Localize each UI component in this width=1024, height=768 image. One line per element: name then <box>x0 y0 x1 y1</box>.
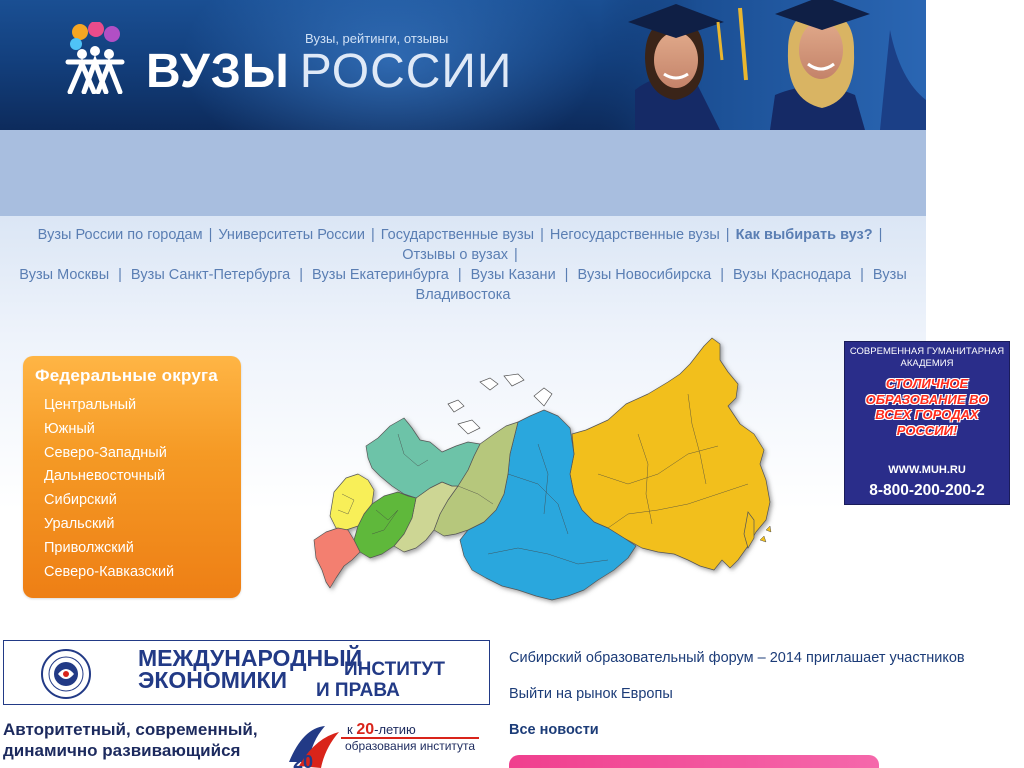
miep-ad-line1b: ИНСТИТУТ <box>344 659 445 680</box>
nav-row-1: Вузы России по городам | Университеты Росс… <box>0 225 926 245</box>
ad-banner-placeholder <box>0 130 926 216</box>
nav-separator: | <box>564 267 569 283</box>
map-island <box>479 377 499 391</box>
anniversary-number: 20 <box>356 721 375 738</box>
district-link-south[interactable]: Южный <box>44 418 174 442</box>
pink-promo-bar[interactable] <box>509 755 879 768</box>
district-link-volga[interactable]: Приволжский <box>44 537 174 561</box>
academy-ad-banner[interactable]: СОВРЕМЕННАЯ ГУМАНИТАРНАЯ АКАДЕМИЯ СТОЛИЧ… <box>844 341 1010 505</box>
graduates-photo <box>600 0 926 130</box>
nav-row-3: Вузы Москвы | Вузы Санкт-Петербурга | Вузы Е… <box>0 265 926 285</box>
academy-ad-url: WWW.MUH.RU <box>888 464 966 476</box>
map-region-north-caucasus[interactable] <box>313 527 361 589</box>
nav-separator: | <box>371 227 375 243</box>
all-news-link[interactable]: Все новости <box>509 722 599 738</box>
logo-icon[interactable] <box>62 22 128 94</box>
nav-link-private[interactable]: Негосударственные вузы <box>550 227 720 243</box>
site-title-part1: ВУЗЫ <box>146 45 290 98</box>
anniversary-emblem-icon: 20 <box>289 726 339 768</box>
nav-row-2: Отзывы о вузах | <box>0 245 926 265</box>
nav-link-vladivostok-part1[interactable]: Вузы <box>873 267 907 283</box>
anniversary-badge[interactable]: 20 к 20-летию образования института <box>285 718 500 768</box>
nav-link-universities[interactable]: Университеты России <box>218 227 365 243</box>
site-title[interactable]: ВУЗЫ РОССИИ <box>146 44 512 100</box>
map-island <box>503 373 525 387</box>
nav-separator: | <box>457 267 462 283</box>
anniversary-suffix: -летию <box>374 722 416 737</box>
nav-area: Вузы России по городам | Университеты Росс… <box>0 216 926 336</box>
miep-ad-line2b: И ПРАВА <box>316 680 400 701</box>
map-island <box>533 387 553 407</box>
nav-separator: | <box>540 227 544 243</box>
miep-ad-banner[interactable]: МЕЖДУНАРОДНЫЙ ИНСТИТУТ ЭКОНОМИКИ И ПРАВА <box>3 640 490 705</box>
miep-promo-text: Авторитетный, современный, динамично раз… <box>3 720 258 760</box>
nav-separator: | <box>299 267 304 283</box>
nav-separator: | <box>208 227 213 243</box>
news-item[interactable]: Выйти на рынок Европы <box>509 686 673 702</box>
academy-ad-header: СОВРЕМЕННАЯ ГУМАНИТАРНАЯ АКАДЕМИЯ <box>849 346 1005 369</box>
anniversary-prefix: к <box>347 722 353 737</box>
nav-link-kazan[interactable]: Вузы Казани <box>471 267 556 283</box>
district-link-northwest[interactable]: Северо-Западный <box>44 442 174 466</box>
nav-separator: | <box>720 267 725 283</box>
nav-link-ekaterinburg[interactable]: Вузы Екатеринбурга <box>312 267 449 283</box>
site-header: Вузы, рейтинги, отзывы ВУЗЫ РОССИИ <box>0 0 926 130</box>
nav-link-cities[interactable]: Вузы России по городам <box>38 227 203 243</box>
district-link-ural[interactable]: Уральский <box>44 513 174 537</box>
district-link-fareast[interactable]: Дальневосточный <box>44 465 174 489</box>
map-island-kuril <box>765 525 772 533</box>
nav-link-novosibirsk[interactable]: Вузы Новосибирска <box>577 267 711 283</box>
anniversary-line2: образования института <box>340 737 480 753</box>
nav-separator: | <box>118 267 122 283</box>
news-item[interactable]: Сибирский образовательный форум – 2014 п… <box>509 650 965 666</box>
nav-link-spb[interactable]: Вузы Санкт-Петербурга <box>131 267 290 283</box>
russia-districts-map <box>313 337 772 601</box>
nav-row-4: Владивостока <box>0 285 926 305</box>
nav-link-vladivostok-part2[interactable]: Владивостока <box>416 287 511 303</box>
map-island-kuril <box>759 535 767 543</box>
federal-districts-list: Центральный Южный Северо-Западный Дальне… <box>44 394 174 584</box>
academy-ad-phone: 8-800-200-200-2 <box>869 482 985 499</box>
miep-ad-line2: ЭКОНОМИКИ <box>138 667 288 693</box>
miep-seal-icon <box>41 649 91 699</box>
page: Вузы, рейтинги, отзывы ВУЗЫ РОССИИ Вузы … <box>0 0 1024 768</box>
site-title-part2: РОССИИ <box>299 45 513 98</box>
nav-separator: | <box>514 247 518 263</box>
svg-text:20: 20 <box>293 752 313 768</box>
nav-separator: | <box>878 227 883 243</box>
nav-link-moscow[interactable]: Вузы Москвы <box>19 267 109 283</box>
nav-link-krasnodar[interactable]: Вузы Краснодара <box>733 267 851 283</box>
academy-ad-slogan: СТОЛИЧНОЕ ОБРАЗОВАНИЕ ВО ВСЕХ ГОРОДАХ РО… <box>865 376 989 438</box>
nav-link-reviews[interactable]: Отзывы о вузах <box>402 247 508 263</box>
nav-separator: | <box>860 267 864 283</box>
federal-districts-panel: Федеральные округа Центральный Южный Сев… <box>23 356 241 598</box>
map-island <box>447 399 465 413</box>
nav-separator: | <box>725 227 730 243</box>
map-island <box>457 419 481 435</box>
nav-link-state[interactable]: Государственные вузы <box>381 227 534 243</box>
district-link-north-caucasus[interactable]: Северо-Кавказский <box>44 561 174 585</box>
nav-link-how-to-choose[interactable]: Как выбирать вуз? <box>736 227 873 243</box>
district-link-central[interactable]: Центральный <box>44 394 174 418</box>
federal-districts-title: Федеральные округа <box>35 366 218 385</box>
district-link-siberia[interactable]: Сибирский <box>44 489 174 513</box>
